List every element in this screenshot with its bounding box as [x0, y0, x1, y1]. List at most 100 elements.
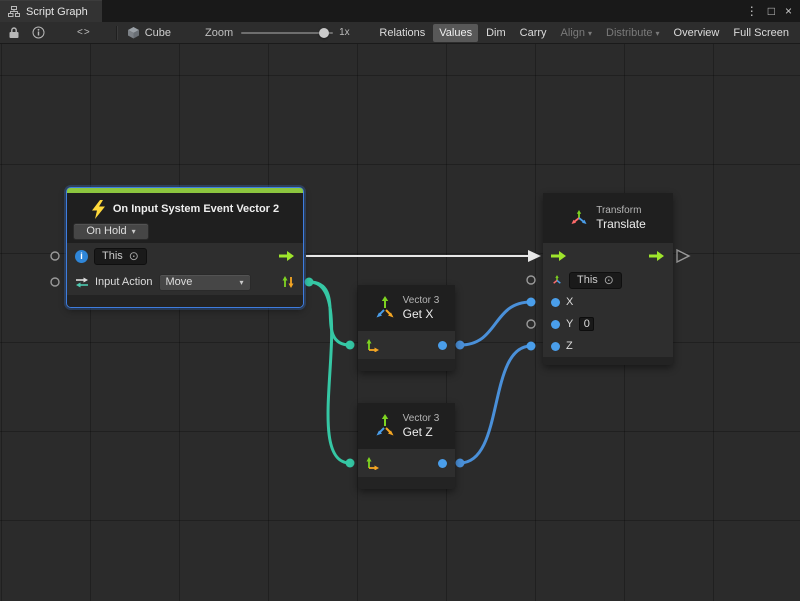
x-value-port[interactable]	[438, 341, 447, 350]
getx-port-row	[358, 331, 455, 359]
port-getx-in[interactable]	[346, 341, 355, 350]
getz-body	[358, 449, 455, 477]
wire-getz-to-z[interactable]	[460, 346, 531, 463]
x-label: X	[566, 296, 573, 308]
z-value-port[interactable]	[438, 459, 447, 468]
lightning-icon	[91, 200, 106, 219]
zoom-value: 1x	[339, 27, 350, 38]
wire-vector2-to-getz[interactable]	[309, 282, 350, 463]
input-action-icon	[75, 276, 89, 289]
vector-mini-icon[interactable]	[366, 456, 380, 470]
node-transform-translate[interactable]: Transform Translate	[543, 193, 673, 365]
event-node-body: i This ⊙	[67, 243, 303, 295]
input-action-dropdown[interactable]: Move ▾	[159, 274, 251, 291]
getx-header: Vector 3 Get X	[358, 285, 455, 331]
script-info-icon: i	[75, 250, 88, 263]
unity-script-graph-window: Script Graph ⋮ □ × <>	[0, 0, 800, 601]
info-icon[interactable]	[29, 24, 48, 42]
node-title: Translate	[596, 217, 646, 232]
control-input-arrow[interactable]	[551, 250, 567, 262]
values-button[interactable]: Values	[433, 24, 478, 42]
transform-body: This ⊙ X Y 0 Z	[543, 243, 673, 357]
graph-icon	[8, 6, 20, 18]
close-icon[interactable]: ×	[785, 5, 792, 17]
tab-bar: Script Graph ⋮ □ ×	[0, 0, 800, 22]
x-input-port[interactable]	[551, 298, 560, 307]
align-dropdown-button[interactable]: Align▾	[555, 24, 598, 42]
transform-z-row: Z	[543, 335, 673, 357]
overview-button[interactable]: Overview	[668, 24, 726, 42]
zoom-slider-handle[interactable]	[319, 28, 329, 38]
vector-mini-icon[interactable]	[366, 338, 380, 352]
chevron-down-icon: ▾	[588, 29, 592, 38]
graph-toolbar: <> Cube Zoom 1x Relations Values Dim Car…	[0, 22, 800, 44]
port-getz-in[interactable]	[346, 459, 355, 468]
port-transform-y[interactable]	[527, 320, 535, 328]
tab-title: Script Graph	[26, 6, 88, 18]
node-get-z[interactable]: Vector 3 Get Z	[358, 403, 455, 489]
transform-this-row: This ⊙	[543, 269, 673, 291]
transform-this-field[interactable]: This ⊙	[569, 272, 622, 289]
carry-button[interactable]: Carry	[514, 24, 553, 42]
vector3-icon	[374, 296, 396, 320]
transform-control-row	[543, 243, 673, 269]
getz-footer	[358, 477, 455, 489]
z-label: Z	[566, 340, 573, 352]
transform-footer	[543, 357, 673, 365]
chevron-down-icon: ▾	[239, 276, 243, 289]
object-name: Cube	[145, 27, 171, 39]
event-this-row: i This ⊙	[67, 243, 303, 269]
port-event-this-in[interactable]	[51, 252, 59, 260]
control-output-arrow[interactable]	[649, 250, 665, 262]
wire-control-arrowhead	[528, 250, 541, 262]
port-transform-this[interactable]	[527, 276, 535, 284]
y-value-field[interactable]: 0	[579, 317, 594, 331]
port-event-action-in[interactable]	[51, 278, 59, 286]
distribute-dropdown-button[interactable]: Distribute▾	[600, 24, 665, 42]
maximize-icon[interactable]: □	[768, 5, 775, 17]
port-transform-x[interactable]	[527, 298, 536, 307]
port-getz-out[interactable]	[456, 459, 465, 468]
lock-icon[interactable]	[5, 24, 23, 42]
transform-mini-icon	[551, 275, 563, 286]
object-reference[interactable]: Cube	[123, 26, 175, 39]
kebab-menu-icon[interactable]: ⋮	[746, 5, 758, 17]
full-screen-button[interactable]: Full Screen	[727, 24, 795, 42]
getz-header: Vector 3 Get Z	[358, 403, 455, 449]
wire-getx-to-x[interactable]	[460, 302, 531, 345]
code-icon[interactable]: <>	[74, 24, 94, 42]
transform-header: Transform Translate	[543, 193, 673, 243]
node-category: Transform	[596, 205, 646, 217]
vector3-icon	[374, 414, 396, 438]
zoom-slider[interactable]	[241, 26, 333, 40]
node-on-input-system-event[interactable]: On Input System Event Vector 2 On Hold ▾…	[67, 188, 303, 307]
graph-canvas[interactable]: On Input System Event Vector 2 On Hold ▾…	[0, 44, 800, 601]
node-category: Vector 3	[403, 295, 440, 307]
port-getx-out[interactable]	[456, 341, 465, 350]
event-node-header: On Input System Event Vector 2 On Hold ▾	[67, 193, 303, 243]
z-input-port[interactable]	[551, 342, 560, 351]
port-transform-control-out[interactable]	[677, 250, 689, 262]
control-output-arrow[interactable]	[279, 250, 295, 262]
vector2-output-icon[interactable]	[281, 275, 295, 289]
event-mode-dropdown[interactable]: On Hold ▾	[73, 223, 149, 240]
port-event-vector2-out[interactable]	[305, 278, 314, 287]
event-action-row: Input Action Move ▾	[67, 269, 303, 295]
relations-button[interactable]: Relations	[373, 24, 431, 42]
node-get-x[interactable]: Vector 3 Get X	[358, 285, 455, 371]
getx-footer	[358, 359, 455, 371]
node-title: Get Z	[403, 425, 440, 440]
object-picker-icon[interactable]: ⊙	[129, 250, 139, 262]
y-input-port[interactable]	[551, 320, 560, 329]
getx-body	[358, 331, 455, 359]
event-this-field[interactable]: This ⊙	[94, 248, 147, 265]
getz-port-row	[358, 449, 455, 477]
dim-button[interactable]: Dim	[480, 24, 512, 42]
toolbar-buttons: Relations Values Dim Carry Align▾ Distri…	[373, 24, 800, 42]
transform-icon	[570, 210, 588, 226]
node-title: Get X	[403, 307, 440, 322]
tab-script-graph[interactable]: Script Graph	[0, 0, 102, 22]
node-title: On Input System Event Vector 2	[113, 203, 279, 215]
port-transform-z[interactable]	[527, 342, 536, 351]
object-picker-icon[interactable]: ⊙	[604, 274, 614, 286]
